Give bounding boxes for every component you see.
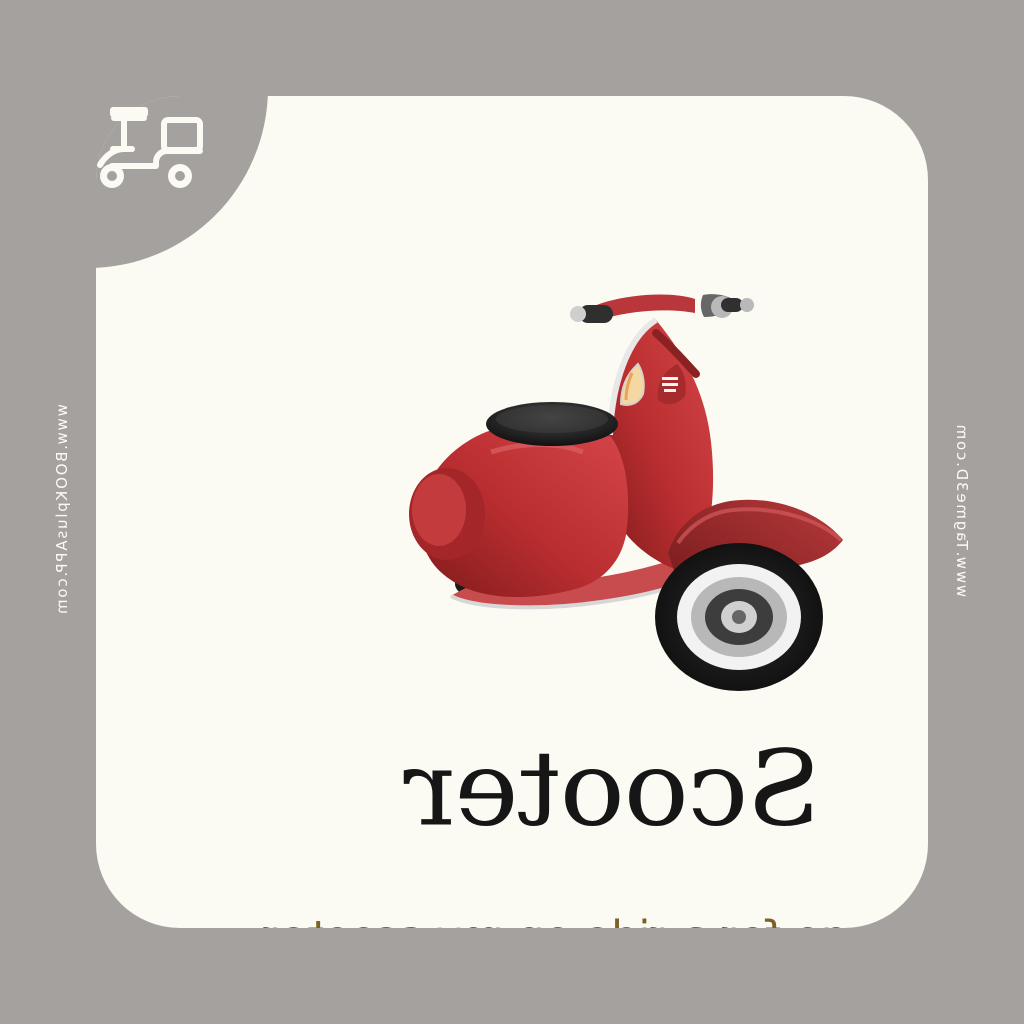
- flash-card: Scooter Let's go for a ride on my scoote…: [96, 96, 928, 928]
- rear-body: [409, 423, 629, 598]
- vocabulary-word: Scooter: [404, 729, 822, 850]
- seat: [486, 402, 618, 446]
- scooter-icon: [97, 107, 203, 188]
- front-wheel: [655, 543, 823, 691]
- scooter-illustration: [409, 294, 843, 691]
- website-left: www.BOOKplusAPP.com: [53, 404, 71, 616]
- handlebar: [570, 294, 754, 323]
- example-sentence: Let's go for a ride on my scooter.: [246, 912, 928, 928]
- website-right: www.Tagme3D.com: [953, 422, 971, 598]
